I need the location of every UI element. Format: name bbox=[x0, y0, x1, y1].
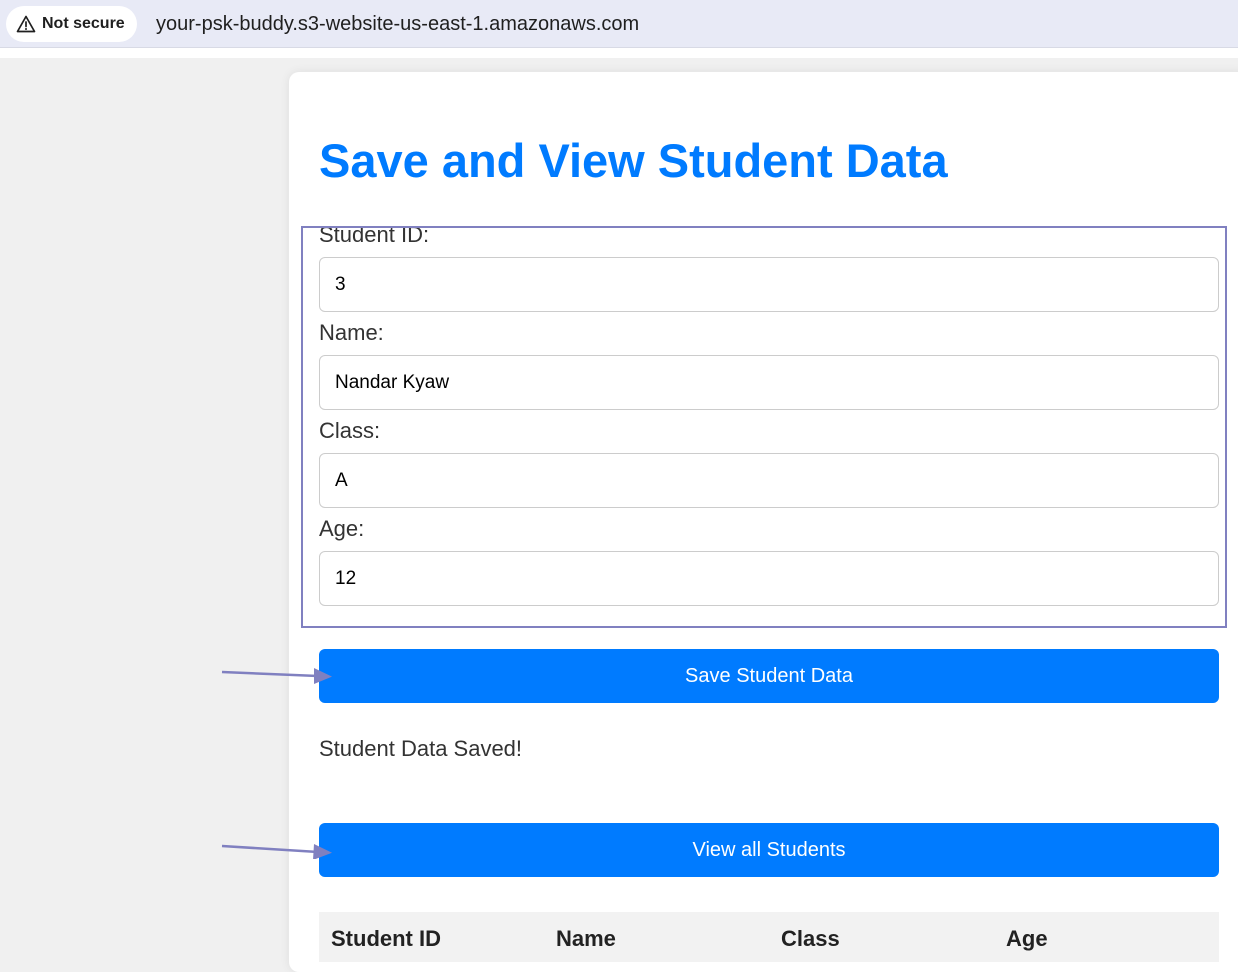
security-label: Not secure bbox=[42, 15, 125, 32]
save-student-button[interactable]: Save Student Data bbox=[319, 649, 1219, 703]
name-input[interactable] bbox=[319, 355, 1219, 410]
age-label: Age: bbox=[319, 516, 365, 541]
warning-triangle-icon bbox=[16, 15, 36, 33]
column-header-name: Name bbox=[556, 926, 616, 951]
students-table-header: Student ID Name Class Age bbox=[319, 912, 1219, 962]
name-label: Name: bbox=[319, 320, 384, 345]
view-all-students-button[interactable]: View all Students bbox=[319, 823, 1219, 877]
page-top-strip bbox=[0, 48, 1238, 58]
class-label: Class: bbox=[319, 418, 381, 443]
class-input[interactable] bbox=[319, 453, 1219, 508]
student-id-input[interactable] bbox=[319, 257, 1219, 312]
annotation-arrow-icon bbox=[221, 668, 332, 684]
security-indicator[interactable]: Not secure bbox=[6, 6, 137, 42]
column-header-class: Class bbox=[781, 926, 840, 951]
student-id-label: Student ID: bbox=[319, 222, 430, 247]
column-header-student-id: Student ID bbox=[331, 926, 441, 951]
column-header-age: Age bbox=[1006, 926, 1048, 951]
url-text[interactable]: your-psk-buddy.s3-website-us-east-1.amaz… bbox=[156, 12, 639, 36]
age-input[interactable] bbox=[319, 551, 1219, 606]
annotation-arrow-icon bbox=[221, 844, 332, 859]
browser-address-bar: Not secure your-psk-buddy.s3-website-us-… bbox=[0, 0, 1238, 48]
page-title: Save and View Student Data bbox=[319, 134, 948, 187]
status-message: Student Data Saved! bbox=[319, 736, 523, 761]
